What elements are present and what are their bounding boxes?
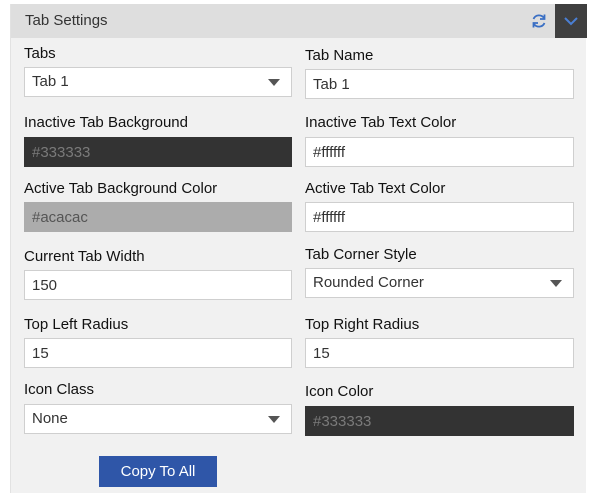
current-tab-width-label: Current Tab Width [24, 248, 145, 265]
icon-color-input[interactable] [305, 406, 574, 436]
top-left-radius-input[interactable] [24, 338, 292, 368]
tab-corner-style-value: Rounded Corner [313, 274, 424, 291]
dropdown-arrow-icon [268, 416, 280, 423]
copy-to-all-button[interactable]: Copy To All [99, 456, 217, 487]
top-right-radius-label: Top Right Radius [305, 316, 420, 333]
active-tab-text-color-input[interactable] [305, 202, 574, 232]
refresh-icon[interactable] [529, 11, 549, 31]
icon-class-label: Icon Class [24, 381, 95, 398]
inactive-tab-text-color-input[interactable] [305, 137, 574, 167]
icon-class-select[interactable]: None [24, 404, 292, 434]
inactive-tab-background-input[interactable] [24, 137, 292, 167]
icon-class-value: None [32, 410, 68, 427]
tab-name-label: Tab Name [305, 47, 374, 64]
collapse-button[interactable] [555, 4, 587, 38]
tab-corner-style-select[interactable]: Rounded Corner [305, 268, 574, 298]
icon-color-label: Icon Color [305, 383, 374, 400]
active-tab-background-input[interactable] [24, 202, 292, 232]
top-right-radius-input[interactable] [305, 338, 574, 368]
dropdown-arrow-icon [550, 280, 562, 287]
chevron-down-icon [564, 17, 578, 26]
tabs-select[interactable]: Tab 1 [24, 67, 292, 97]
tabs-select-value: Tab 1 [32, 73, 69, 90]
current-tab-width-input[interactable] [24, 270, 292, 300]
inactive-tab-background-label: Inactive Tab Background [24, 114, 188, 131]
dropdown-arrow-icon [268, 79, 280, 86]
top-left-radius-label: Top Left Radius [24, 316, 129, 333]
active-tab-background-label: Active Tab Background Color [24, 180, 218, 197]
tab-settings-panel: Tab Settings Tabs Tab 1 Tab Name Inactiv… [10, 4, 587, 493]
panel-title: Tab Settings [25, 12, 108, 29]
active-tab-text-color-label: Active Tab Text Color [305, 180, 446, 197]
inactive-tab-text-color-label: Inactive Tab Text Color [305, 114, 457, 131]
panel-header: Tab Settings [11, 4, 587, 38]
tabs-label: Tabs [24, 45, 56, 62]
tab-corner-style-label: Tab Corner Style [305, 246, 417, 263]
tab-name-input[interactable] [305, 69, 574, 99]
